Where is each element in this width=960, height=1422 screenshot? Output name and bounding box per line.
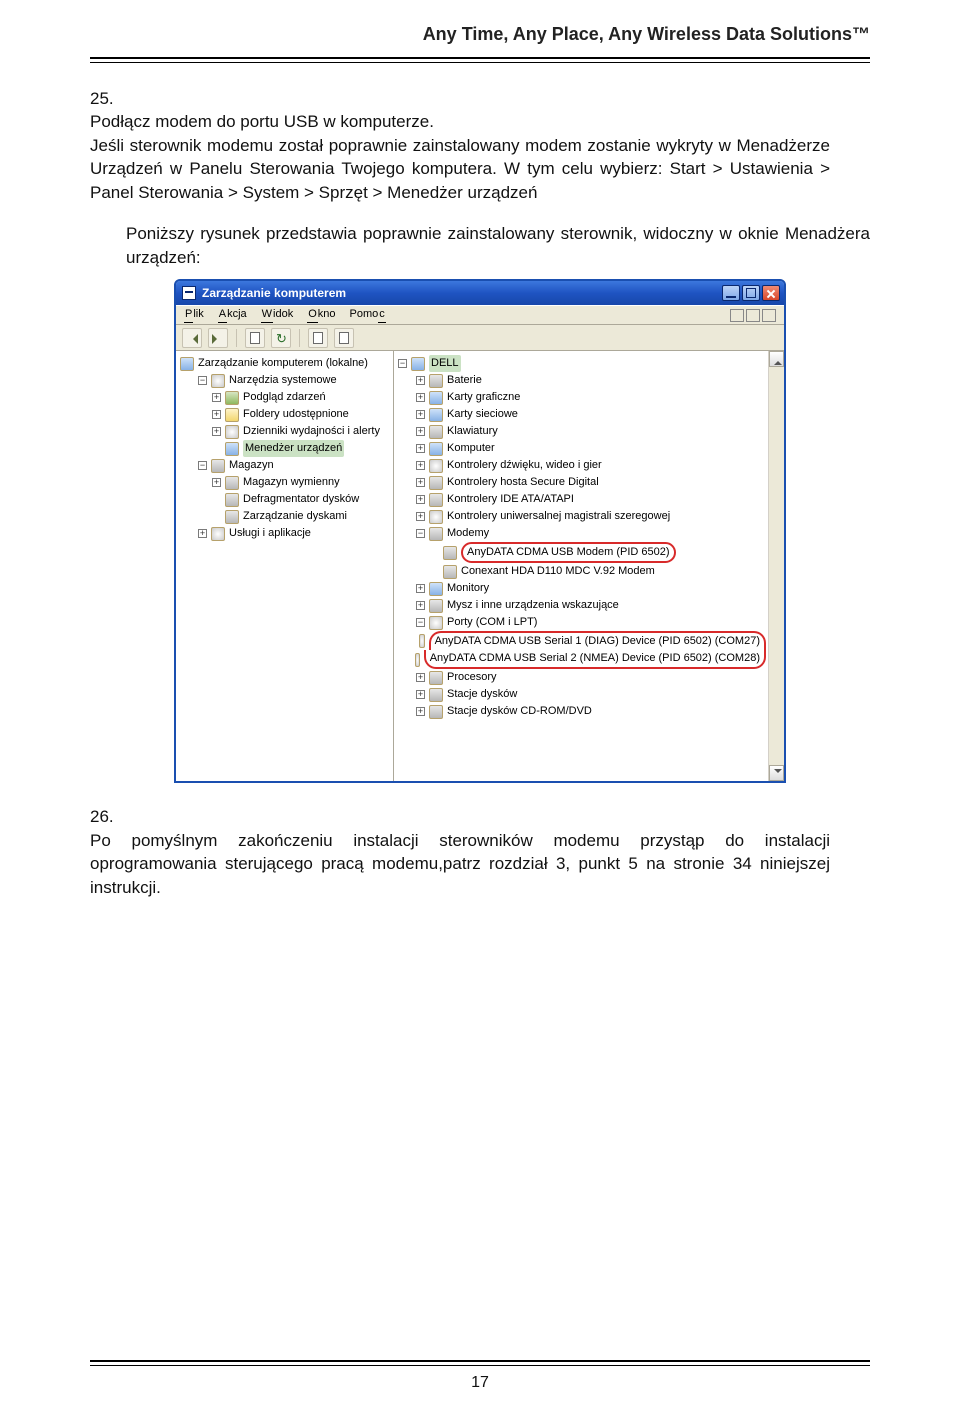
step-25-line1: Podłącz modem do portu USB w komputerze. xyxy=(90,112,434,131)
minimize-button[interactable] xyxy=(722,285,740,301)
dev-modems[interactable]: −Modemy xyxy=(396,525,766,542)
step-25: 25. Podłącz modem do portu USB w kompute… xyxy=(90,87,870,204)
tree-system-tools[interactable]: −Narzędzia systemowe xyxy=(178,372,391,389)
dev-usb[interactable]: +Kontrolery uniwersalnej magistrali szer… xyxy=(396,508,766,525)
tree-services[interactable]: +Usługi i aplikacje xyxy=(178,525,391,542)
devices-pane: −DELL +Baterie +Karty graficzne +Karty s… xyxy=(394,351,784,781)
close-button[interactable] xyxy=(762,285,780,301)
menu-action[interactable]: Akcja xyxy=(218,307,247,323)
tree-root[interactable]: Zarządzanie komputerem (lokalne) xyxy=(178,355,391,372)
mdi-close-icon[interactable] xyxy=(762,309,776,322)
window-device-manager: Zarządzanie komputerem Plik Akcja Widok … xyxy=(174,279,786,783)
toolbar-refresh-button[interactable] xyxy=(271,328,291,348)
toolbar-help-button[interactable] xyxy=(308,328,328,348)
dev-modem-anydata[interactable]: AnyDATA CDMA USB Modem (PID 6502) xyxy=(396,542,766,563)
mdi-restore-icon[interactable] xyxy=(746,309,760,322)
menubar: Plik Akcja Widok Okno Pomoc xyxy=(176,305,784,325)
dev-sound[interactable]: +Kontrolery dźwięku, wideo i gier xyxy=(396,457,766,474)
tree-event-viewer[interactable]: +Podgląd zdarzeń xyxy=(178,389,391,406)
dev-batteries[interactable]: +Baterie xyxy=(396,372,766,389)
tree-storage[interactable]: −Magazyn xyxy=(178,457,391,474)
page-number: 17 xyxy=(90,1366,870,1392)
dev-port1[interactable]: AnyDATA CDMA USB Serial 1 (DIAG) Device … xyxy=(396,631,766,650)
tree-perf-logs[interactable]: +Dzienniki wydajności i alerty xyxy=(178,423,391,440)
console-tree-pane: Zarządzanie komputerem (lokalne) −Narzęd… xyxy=(176,351,394,781)
figure-caption: Poniższy rysunek przedstawia poprawnie z… xyxy=(126,222,870,269)
dev-comp[interactable]: +Komputer xyxy=(396,440,766,457)
dev-disks[interactable]: +Stacje dysków xyxy=(396,686,766,703)
header-rule-thick xyxy=(90,57,870,59)
tree-removable-storage[interactable]: +Magazyn wymienny xyxy=(178,474,391,491)
dev-modem-conexant[interactable]: Conexant HDA D110 MDC V.92 Modem xyxy=(396,563,766,580)
maximize-button[interactable] xyxy=(742,285,760,301)
page-header: Any Time, Any Place, Any Wireless Data S… xyxy=(90,24,870,53)
step-25-number: 25. xyxy=(90,87,126,110)
mdi-min-icon[interactable] xyxy=(730,309,744,322)
menu-window[interactable]: Okno xyxy=(307,307,335,323)
dev-nic[interactable]: +Karty sieciowe xyxy=(396,406,766,423)
step-26-body: Po pomyślnym zakończeniu instalacji ster… xyxy=(90,829,830,899)
page-footer: 17 xyxy=(90,1356,870,1392)
toolbar-properties-button[interactable] xyxy=(245,328,265,348)
tree-shared-folders[interactable]: +Foldery udostępnione xyxy=(178,406,391,423)
window-titlebar[interactable]: Zarządzanie komputerem xyxy=(176,281,784,305)
tree-disk-mgmt[interactable]: Zarządzanie dyskami xyxy=(178,508,391,525)
dev-cdrom[interactable]: +Stacje dysków CD-ROM/DVD xyxy=(396,703,766,720)
dev-ports[interactable]: −Porty (COM i LPT) xyxy=(396,614,766,631)
dev-root[interactable]: −DELL xyxy=(396,355,766,372)
dev-ide[interactable]: +Kontrolery IDE ATA/ATAPI xyxy=(396,491,766,508)
step-26-number: 26. xyxy=(90,805,126,828)
dev-cpu[interactable]: +Procesory xyxy=(396,669,766,686)
scroll-down-icon[interactable] xyxy=(769,765,784,781)
step-26: 26. Po pomyślnym zakończeniu instalacji … xyxy=(90,805,870,899)
menu-help[interactable]: Pomoc xyxy=(350,307,386,323)
toolbar-back-button[interactable] xyxy=(182,328,202,348)
scroll-up-icon[interactable] xyxy=(769,351,784,367)
menu-view[interactable]: Widok xyxy=(261,307,294,323)
dev-monitors[interactable]: +Monitory xyxy=(396,580,766,597)
toolbar-forward-button[interactable] xyxy=(208,328,228,348)
step-25-line2: Jeśli sterownik modemu został poprawnie … xyxy=(90,136,830,202)
dev-hid[interactable]: +Mysz i inne urządzenia wskazujące xyxy=(396,597,766,614)
tree-device-manager[interactable]: Menedżer urządzeń xyxy=(178,440,391,457)
dev-port2[interactable]: AnyDATA CDMA USB Serial 2 (NMEA) Device … xyxy=(396,650,766,669)
vertical-scrollbar[interactable] xyxy=(768,351,784,781)
toolbar-extra-button[interactable] xyxy=(334,328,354,348)
window-title: Zarządzanie komputerem xyxy=(202,285,346,302)
tree-defrag[interactable]: Defragmentator dysków xyxy=(178,491,391,508)
dev-gpu[interactable]: +Karty graficzne xyxy=(396,389,766,406)
dev-sdhost[interactable]: +Kontrolery hosta Secure Digital xyxy=(396,474,766,491)
app-icon xyxy=(182,286,196,300)
toolbar xyxy=(176,325,784,351)
dev-kbd[interactable]: +Klawiatury xyxy=(396,423,766,440)
menu-file[interactable]: Plik xyxy=(184,307,204,323)
